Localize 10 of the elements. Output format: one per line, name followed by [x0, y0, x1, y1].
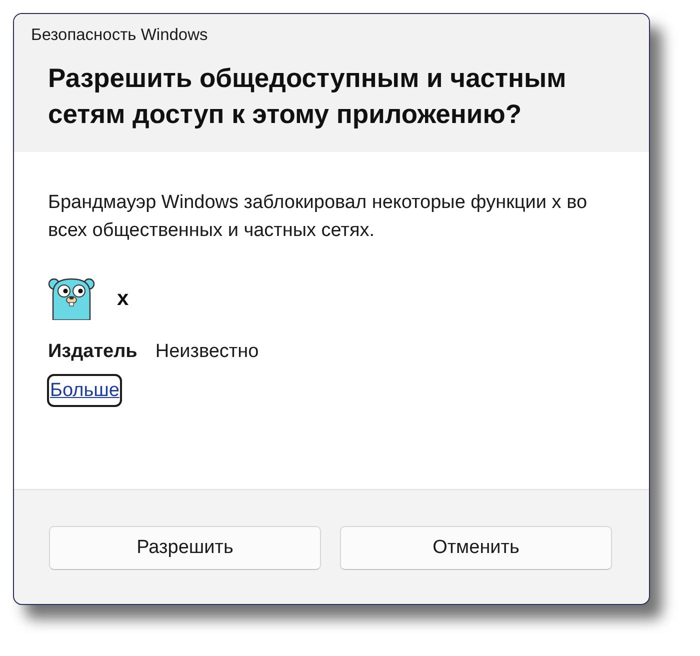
more-link[interactable]: Больше [47, 374, 122, 407]
publisher-value: Неизвестно [155, 340, 259, 364]
dialog-button[interactable]: Разрешить [49, 526, 321, 570]
gopher-icon [48, 277, 95, 320]
message-text: Брандмауэр Windows заблокировал некоторые функции x во всех общественных и частных сетях. [48, 191, 588, 243]
app-name: x [117, 286, 129, 310]
publisher-label: Издатель [48, 340, 138, 364]
dialog-button[interactable]: Отменить [340, 526, 612, 570]
dialog-heading: Разрешить общедоступным и частным сетям доступ к этому приложению? [48, 62, 568, 131]
window-title: Безопасность Windows [31, 25, 208, 46]
